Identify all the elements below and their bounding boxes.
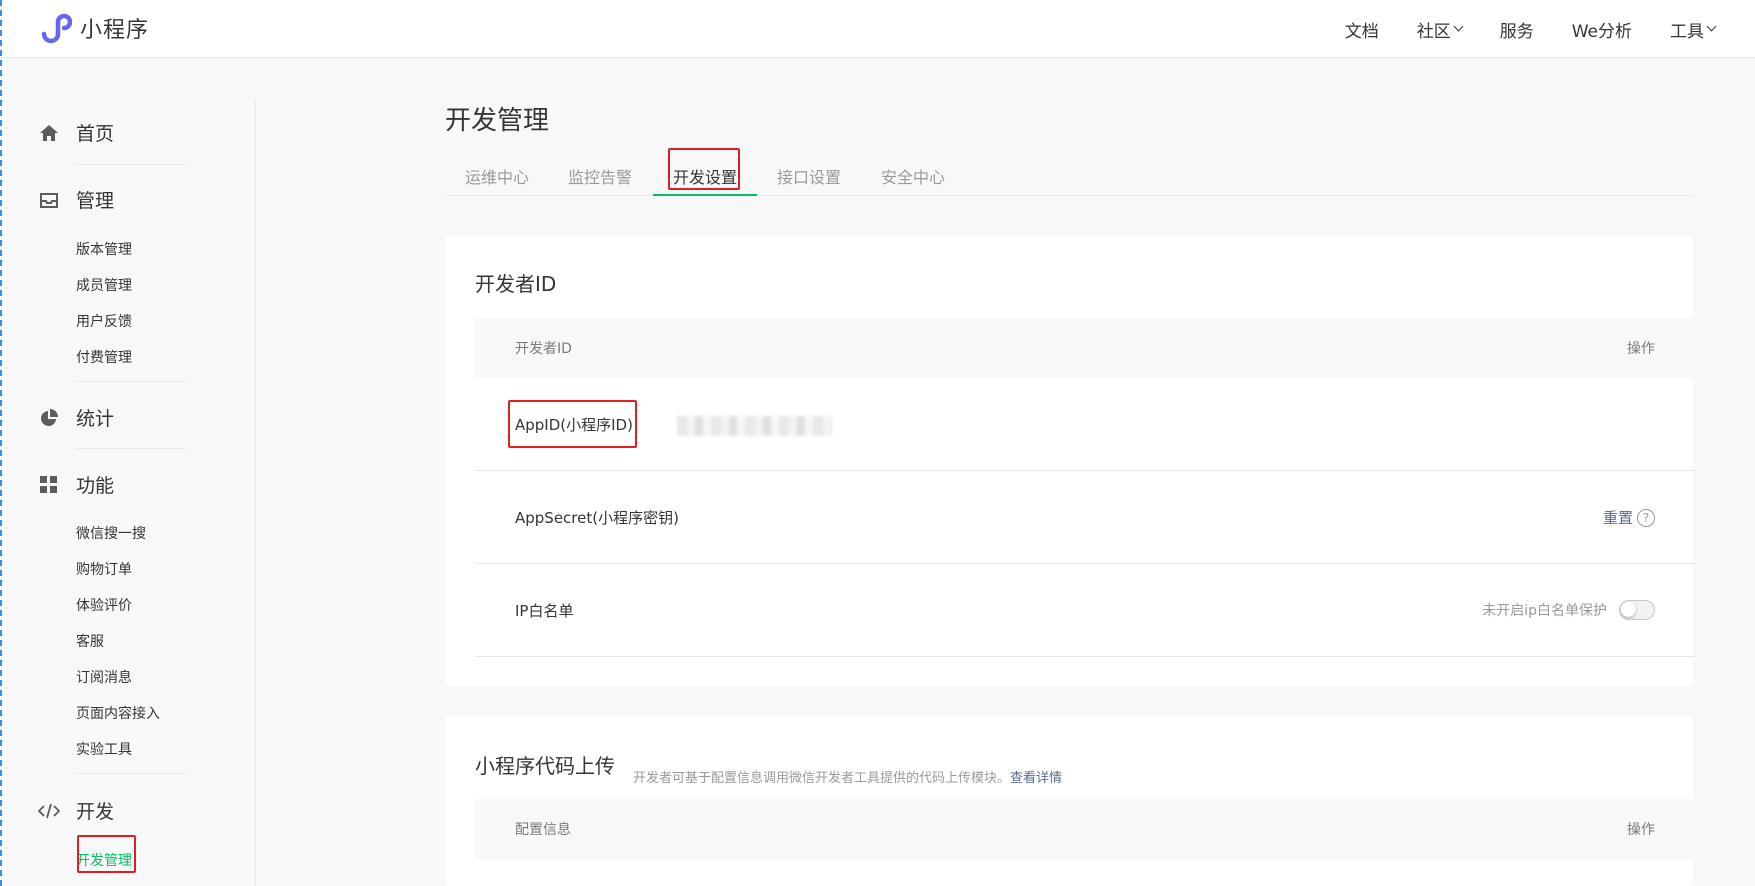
sidebar-item-customer-service[interactable]: 客服 [76,631,104,651]
sidebar-item-experiment-tools[interactable]: 实验工具 [76,739,132,759]
page-title: 开发管理 [445,106,550,136]
tab-monitoring-alerts[interactable]: 监控告警 [568,164,632,188]
nav-we-analytics[interactable]: We分析 [1572,17,1632,42]
code-upload-card: 小程序代码上传 开发者可基于配置信息调用微信开发者工具提供的代码上传模块。查看详… [445,716,1695,886]
description-text: 开发者可基于配置信息调用微信开发者工具提供的代码上传模块。 [633,771,1011,786]
table-row-appid: AppID(小程序ID) [475,378,1695,471]
grid-icon [38,474,60,496]
column-header: 操作 [1627,822,1655,838]
highlight-box-tab [668,148,740,190]
nav-we-analytics-label: We分析 [1571,21,1632,42]
sidebar-item-version-manage[interactable]: 版本管理 [76,239,132,259]
tab-bar: 运维中心 监控告警 开发设置 接口设置 安全中心 [445,152,1693,196]
sidebar-item-experience-rating[interactable]: 体验评价 [76,595,132,615]
sidebar-item-subscription-message[interactable]: 订阅消息 [76,667,132,687]
active-tab-indicator [653,194,757,196]
sidebar-item-payment-manage[interactable]: 付费管理 [76,347,132,367]
inbox-icon [38,189,60,211]
developer-id-card: 开发者ID 开发者ID 操作 AppID(小程序ID) AppSecret(小程… [445,236,1695,686]
ip-whitelist-actions: 未开启ip白名单保护 [1482,600,1655,620]
nav-community[interactable]: 社区 [1416,17,1464,42]
sidebar-separator [76,448,186,449]
table-header: 配置信息 操作 [475,799,1695,859]
pie-chart-icon [38,407,60,429]
nav-tools[interactable]: 工具 [1670,17,1717,42]
highlight-box-appid [508,400,637,448]
card-title: 小程序代码上传 [475,754,615,778]
chevron-down-icon [1453,21,1464,32]
sidebar-item-features[interactable]: 功能 [38,471,114,498]
nav-community-label: 社区 [1416,21,1451,42]
home-icon [38,122,60,144]
sidebar-separator [76,164,186,165]
top-nav: 文档 社区 服务 We分析 工具 [1307,0,1717,58]
table-row-ip-whitelist: IP白名单 未开启ip白名单保护 [475,564,1695,657]
ip-whitelist-label: IP白名单 [515,602,574,620]
help-icon[interactable]: ? [1637,508,1655,527]
nav-tools-label: 工具 [1670,21,1704,42]
nav-services-label: 服务 [1499,21,1534,42]
view-details-link[interactable]: 查看详情 [1010,771,1062,786]
sidebar-item-label: 首页 [76,123,115,145]
appsecret-label: AppSecret(小程序密钥) [515,509,679,527]
sidebar-item-stats[interactable]: 统计 [38,404,114,431]
miniprogram-logo-icon [41,13,72,44]
column-header: 配置信息 [515,822,571,838]
sidebar-item-dev[interactable]: 开发 [38,797,114,824]
sidebar-item-user-feedback[interactable]: 用户反馈 [76,311,132,331]
logo-text: 小程序 [80,18,150,43]
chevron-down-icon [1706,21,1717,32]
column-header: 操作 [1627,341,1655,357]
nav-services[interactable]: 服务 [1500,17,1534,42]
sidebar-separator [76,381,186,382]
sidebar-item-member-manage[interactable]: 成员管理 [76,275,132,295]
highlight-box-sidebar [77,835,136,873]
table-header: 开发者ID 操作 [475,318,1695,378]
table-row-appsecret: AppSecret(小程序密钥) 重置 ? [475,471,1695,564]
sidebar-item-wechat-search[interactable]: 微信搜一搜 [76,523,146,543]
sidebar-item-manage[interactable]: 管理 [38,186,114,213]
code-icon [38,800,60,822]
ip-whitelist-toggle[interactable] [1619,600,1655,620]
sidebar-item-label: 功能 [76,475,115,497]
appsecret-actions: 重置 ? [1603,507,1655,528]
toggle-knob [1621,602,1636,617]
sidebar-item-shopping-orders[interactable]: 购物订单 [76,559,132,579]
nav-docs[interactable]: 文档 [1345,17,1379,42]
sidebar-item-home[interactable]: 首页 [38,119,114,146]
sidebar-item-label: 开发 [76,801,115,823]
sidebar-separator [76,773,186,774]
logo[interactable]: 小程序 [38,12,149,44]
nav-docs-label: 文档 [1344,21,1379,42]
ip-whitelist-status: 未开启ip白名单保护 [1482,603,1607,619]
column-header: 开发者ID [515,341,572,357]
sidebar-item-label: 统计 [76,408,115,430]
reset-secret-link[interactable]: 重置 [1603,507,1633,528]
sidebar-item-label: 管理 [76,190,115,212]
card-title: 开发者ID [475,272,557,296]
tab-security-center[interactable]: 安全中心 [881,164,945,188]
top-header: 小程序 文档 社区 服务 We分析 工具 [0,0,1755,58]
sidebar-item-page-content[interactable]: 页面内容接入 [76,703,160,723]
tab-api-settings[interactable]: 接口设置 [777,164,841,188]
left-guide-line [0,0,2,886]
appid-value-redacted [677,416,832,436]
sidebar-divider [255,100,256,886]
card-description: 开发者可基于配置信息调用微信开发者工具提供的代码上传模块。查看详情 [633,767,1062,786]
tab-ops-center[interactable]: 运维中心 [465,164,529,188]
